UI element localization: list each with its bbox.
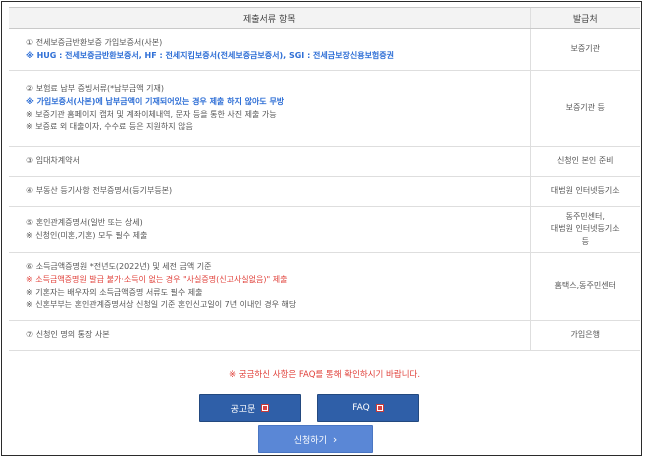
issuer-cell: 신청인 본인 준비 <box>529 146 640 177</box>
document-title: ⑦ 신청인 명의 통장 사본 <box>26 330 110 340</box>
issuer-text: 가입은행 <box>570 330 600 340</box>
table-row: ② 보험료 납부 증빙서류(*납부금액 기재) ※ 가입보증서(사본)에 납부금액… <box>9 70 640 147</box>
faq-label: FAQ <box>352 403 370 413</box>
issuer-text: 홈택스,동주민센터 <box>554 281 616 291</box>
table-row: ⑦ 신청인 명의 통장 사본 가입은행 <box>9 320 640 351</box>
document-item-cell: ① 전세보증금반환보증 가입보증서(사본) ※ HUG : 전세보증금반환보증서,… <box>9 28 530 71</box>
apply-button[interactable]: 신청하기 › <box>258 425 373 453</box>
hwp-file-icon <box>375 404 384 412</box>
document-note: ※ 소득금액증명원 발급 불가·소득이 없는 경우 "사실증명(신고사실없음)"… <box>26 274 288 284</box>
issuer-text: 대법원 인터넷등기소 <box>550 186 620 196</box>
faq-notice: ※ 궁금하신 사항은 FAQ를 통해 확인하시기 바랍니다. <box>228 370 421 380</box>
header-issuer: 발급처 <box>529 7 640 29</box>
announcement-button[interactable]: 공고문 <box>199 394 301 422</box>
document-title: ③ 임대차계약서 <box>26 156 80 166</box>
document-note: ※ 보증기관 홈페이지 캡처 및 계좌이체내역, 문자 등을 통한 사진 제출 … <box>26 109 277 119</box>
document-item-cell: ② 보험료 납부 증빙서류(*납부금액 기재) ※ 가입보증서(사본)에 납부금액… <box>9 70 530 147</box>
document-note: ※ 보증료 외 대출이자, 수수료 등은 지원하지 않음 <box>26 122 193 132</box>
issuer-text: 동주민센터, 대법원 인터넷등기소 등 <box>550 211 620 246</box>
document-item-cell: ⑦ 신청인 명의 통장 사본 <box>9 320 530 351</box>
issuer-cell: 가입은행 <box>529 320 640 351</box>
table-header-row: 제출서류 항목 발급처 <box>9 7 640 29</box>
documents-table: 제출서류 항목 발급처 ① 전세보증금반환보증 가입보증서(사본) ※ HUG :… <box>9 7 640 351</box>
document-title: ① 전세보증금반환보증 가입보증서(사본) <box>26 37 163 47</box>
document-note: ※ 기혼자는 배우자의 소득금액증명 서류도 필수 제출 <box>26 287 203 297</box>
issuer-text: 신청인 본인 준비 <box>556 156 614 166</box>
document-item-cell: ⑥ 소득금액증명원 *전년도(2022년) 및 세전 금액 기준 ※ 소득금액증명… <box>9 252 530 321</box>
document-title: ⑥ 소득금액증명원 *전년도(2022년) 및 세전 금액 기준 <box>26 262 212 272</box>
issuer-cell: 보증기관 <box>529 28 640 71</box>
document-note: ※ 신혼부부는 혼인관계증명서상 신청일 기준 혼인신고일이 7년 이내인 경우… <box>26 300 297 310</box>
document-title: ④ 부동산 등기사항 전부증명서(등기부등본) <box>26 186 173 196</box>
document-item-cell: ⑤ 혼인관계증명서(일반 또는 상세) ※ 신청인(미혼,기혼) 모두 필수 제출 <box>9 206 530 253</box>
document-title: ② 보험료 납부 증빙서류(*납부금액 기재) <box>26 84 164 94</box>
chevron-right-icon: › <box>332 432 338 446</box>
header-item: 제출서류 항목 <box>9 7 530 29</box>
issuer-cell: 대법원 인터넷등기소 <box>529 176 640 207</box>
document-item-cell: ④ 부동산 등기사항 전부증명서(등기부등본) <box>9 176 530 207</box>
document-note: ※ HUG : 전세보증금반환보증서, HF : 전세지킴보증서(전세보증금보증… <box>26 50 395 60</box>
table-row: ⑤ 혼인관계증명서(일반 또는 상세) ※ 신청인(미혼,기혼) 모두 필수 제출… <box>9 206 640 253</box>
table-row: ① 전세보증금반환보증 가입보증서(사본) ※ HUG : 전세보증금반환보증서,… <box>9 28 640 71</box>
issuer-cell: 보증기관 등 <box>529 70 640 147</box>
announcement-label: 공고문 <box>230 404 256 415</box>
table-row: ④ 부동산 등기사항 전부증명서(등기부등본) 대법원 인터넷등기소 <box>9 176 640 207</box>
table-row: ③ 임대차계약서 신청인 본인 준비 <box>9 146 640 177</box>
issuer-text: 보증기관 등 <box>565 103 605 113</box>
document-note: ※ 가입보증서(사본)에 납부금액이 기재되어있는 경우 제출 하지 않아도 무… <box>26 96 285 106</box>
issuer-cell: 동주민센터, 대법원 인터넷등기소 등 <box>529 206 640 253</box>
table-row: ⑥ 소득금액증명원 *전년도(2022년) 및 세전 금액 기준 ※ 소득금액증명… <box>9 252 640 321</box>
issuer-cell: 홈택스,동주민센터 <box>529 252 640 321</box>
content-frame: 제출서류 항목 발급처 ① 전세보증금반환보증 가입보증서(사본) ※ HUG :… <box>1 1 642 456</box>
document-item-cell: ③ 임대차계약서 <box>9 146 530 177</box>
issuer-text: 보증기관 <box>570 44 600 54</box>
document-title: ⑤ 혼인관계증명서(일반 또는 상세) <box>26 217 143 227</box>
apply-label: 신청하기 <box>293 435 327 446</box>
faq-button[interactable]: FAQ <box>317 394 419 422</box>
hwp-file-icon <box>261 404 270 412</box>
document-note: ※ 신청인(미혼,기혼) 모두 필수 제출 <box>26 230 148 240</box>
